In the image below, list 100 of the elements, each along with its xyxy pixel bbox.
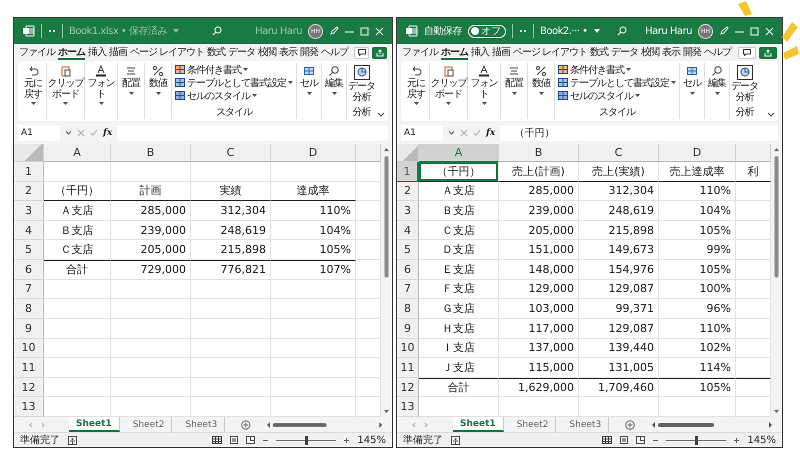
ribbon-button[interactable]: 元に戻す <box>403 63 430 119</box>
row-header[interactable]: 6 <box>397 260 419 280</box>
accessibility-icon[interactable] <box>451 436 460 444</box>
row-header[interactable]: 7 <box>397 280 419 300</box>
row-header[interactable]: 2 <box>397 182 419 202</box>
ribbon-tab[interactable]: 描画 <box>109 45 127 60</box>
pen-icon[interactable] <box>329 26 340 36</box>
zoom-percent[interactable]: 145% <box>747 434 776 446</box>
ribbon-tab[interactable]: 開発 <box>683 45 702 60</box>
sheet-tab[interactable]: Sheet1 <box>69 417 120 432</box>
chevron-down-icon[interactable] <box>377 112 385 117</box>
column-header[interactable]: D <box>659 144 736 162</box>
comments-button[interactable] <box>354 46 370 58</box>
ribbon-tab[interactable]: ファイル <box>402 45 438 60</box>
ribbon-tab[interactable]: ヘルプ <box>321 45 348 60</box>
column-header[interactable]: C <box>191 144 271 162</box>
row-header[interactable]: 13 <box>397 397 419 417</box>
row-header[interactable]: 2 <box>14 182 44 202</box>
row-header[interactable]: 12 <box>14 378 44 398</box>
name-box[interactable]: A1 <box>401 125 443 141</box>
ribbon-button[interactable]: 編集 <box>322 63 347 119</box>
ribbon-button[interactable]: データ分析 <box>730 63 759 103</box>
row-header[interactable]: 12 <box>397 378 419 398</box>
ribbon-button[interactable]: クリップボード <box>47 63 85 119</box>
ribbon-button[interactable]: データ分析 <box>347 63 376 103</box>
row-header[interactable]: 11 <box>397 358 419 378</box>
row-header[interactable]: 13 <box>14 397 44 417</box>
maximize-icon[interactable] <box>750 26 760 36</box>
ribbon-button[interactable]: フォント <box>85 63 118 119</box>
spreadsheet-logo-icon[interactable] <box>22 25 35 37</box>
slider-thumb[interactable] <box>304 436 308 444</box>
search-icon[interactable] <box>212 26 222 36</box>
style-menu-button[interactable]: セルのスタイル <box>558 89 640 102</box>
more-icon[interactable] <box>48 29 56 33</box>
maximize-icon[interactable] <box>360 26 370 36</box>
row-header[interactable]: 10 <box>397 338 419 358</box>
normal-view-icon[interactable] <box>602 436 612 444</box>
search-icon[interactable] <box>617 26 628 36</box>
row-header[interactable]: 8 <box>14 299 44 319</box>
autosave-toggle[interactable]: オフ <box>468 24 506 38</box>
column-header[interactable]: C <box>579 144 659 162</box>
normal-view-icon[interactable] <box>212 436 222 444</box>
ribbon-tab[interactable]: 校閲 <box>641 45 660 60</box>
ribbon-tab[interactable]: データ <box>228 45 256 60</box>
accessibility-icon[interactable] <box>68 436 77 444</box>
ribbon-tab[interactable]: ファイル <box>19 45 55 60</box>
ribbon-tab[interactable]: 数式 <box>590 45 608 60</box>
insert-function-button[interactable]: fx <box>103 128 112 138</box>
page-layout-icon[interactable] <box>620 436 628 444</box>
horizontal-scrollbar[interactable] <box>652 420 772 428</box>
column-header[interactable]: A <box>419 144 499 162</box>
column-header[interactable]: A <box>44 144 111 162</box>
ribbon-button[interactable]: クリップボード <box>430 63 468 119</box>
ribbon-button[interactable]: 編集 <box>705 63 730 119</box>
style-menu-button[interactable]: テーブルとして書式設定 <box>558 76 676 89</box>
vertical-scrollbar[interactable] <box>771 144 782 417</box>
ribbon-tab[interactable]: 校閲 <box>258 45 276 60</box>
row-header[interactable]: 1 <box>14 162 44 182</box>
check-icon[interactable] <box>90 129 98 137</box>
close-icon[interactable] <box>765 26 774 36</box>
horizontal-scrollbar[interactable] <box>266 420 382 428</box>
row-header[interactable]: 9 <box>14 318 44 339</box>
ribbon-button[interactable]: 数値 <box>528 63 555 119</box>
page-break-icon[interactable] <box>636 436 646 444</box>
row-header[interactable]: 3 <box>397 201 419 221</box>
ribbon-tab[interactable]: 描画 <box>492 45 510 60</box>
formula-field[interactable]: （千円） <box>500 125 778 141</box>
caret-icon[interactable] <box>65 131 72 135</box>
row-header[interactable]: 7 <box>14 280 44 300</box>
style-menu-button[interactable]: テーブルとして書式設定 <box>175 76 293 89</box>
zoom-in-icon[interactable] <box>344 438 350 442</box>
chevron-down-icon[interactable] <box>767 112 775 117</box>
zoom-out-icon[interactable] <box>653 438 658 442</box>
zoom-percent[interactable]: 145% <box>357 434 386 446</box>
more-icon[interactable] <box>519 29 527 33</box>
ribbon-tab[interactable]: 開発 <box>300 45 318 60</box>
zoom-in-icon[interactable] <box>734 438 740 442</box>
ribbon-tab[interactable]: 表示 <box>662 45 680 60</box>
row-header[interactable]: 8 <box>397 299 419 319</box>
ribbon-button[interactable]: 元に戻す <box>20 63 47 119</box>
close-icon[interactable] <box>375 26 384 36</box>
row-header[interactable]: 9 <box>397 318 419 339</box>
row-header[interactable]: 1 <box>397 162 419 182</box>
ribbon-tab[interactable]: 表示 <box>279 45 298 60</box>
column-header[interactable]: B <box>499 144 579 162</box>
share-button[interactable] <box>372 46 387 58</box>
ribbon-button[interactable]: 数値 <box>145 63 172 119</box>
share-button[interactable] <box>759 46 777 58</box>
page-layout-icon[interactable] <box>230 436 238 444</box>
ribbon-button[interactable]: セル <box>297 63 322 119</box>
sheet-tab[interactable]: Sheet1 <box>453 417 504 432</box>
ribbon-button[interactable]: フォント <box>468 63 501 119</box>
ribbon-tab[interactable]: ページ レイアウト <box>513 45 588 60</box>
row-header[interactable]: 11 <box>14 358 44 378</box>
comments-button[interactable] <box>738 46 756 58</box>
ribbon-button[interactable]: 配置 <box>501 63 528 119</box>
row-header[interactable]: 4 <box>397 220 419 240</box>
insert-function-button[interactable]: fx <box>486 128 496 138</box>
column-header[interactable]: B <box>111 144 191 162</box>
ribbon-button[interactable]: 配置 <box>118 63 145 119</box>
